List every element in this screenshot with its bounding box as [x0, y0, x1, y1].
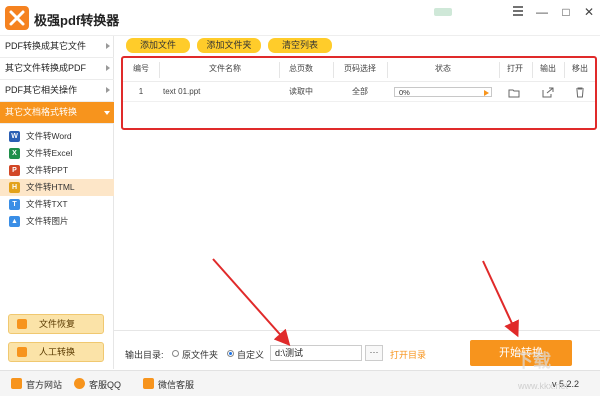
row-index: 1 — [138, 87, 144, 96]
sub-item-to-ppt[interactable]: P 文件转PPT — [0, 162, 114, 179]
txt-icon: T — [9, 199, 20, 210]
ppt-icon: P — [9, 165, 20, 176]
chevron-right-icon — [106, 43, 110, 49]
sidebar-category-pdf-to-other[interactable]: PDF转换成其它文件 — [0, 36, 114, 58]
column-divider — [387, 62, 388, 78]
excel-icon: X — [9, 148, 20, 159]
watermark-url: www.kkx.net — [518, 381, 569, 391]
app-title: 极强pdf转换器 — [34, 13, 120, 28]
official-site-label: 官方网站 — [26, 380, 63, 390]
restore-icon — [17, 319, 27, 329]
maximize-button[interactable]: □ — [557, 5, 575, 19]
chevron-right-icon — [106, 87, 110, 93]
sub-item-label: 文件转Excel — [26, 148, 73, 158]
support-wechat-link[interactable]: 微信客服 — [143, 378, 194, 391]
manual-convert-label: 人工转换 — [39, 347, 76, 357]
sidebar: PDF转换成其它文件 其它文件转换成PDF PDF其它相关操作 其它文档格式转换… — [0, 36, 114, 369]
image-icon: ▲ — [9, 216, 20, 227]
col-header-pages: 总页数 — [289, 64, 313, 73]
row-progress-bar: 0% — [394, 87, 492, 97]
col-header-remove: 移出 — [572, 64, 588, 73]
file-table: 编号 文件名称 总页数 页码选择 状态 打开 输出 移出 1 text 01.p… — [121, 56, 597, 130]
chevron-right-icon — [106, 65, 110, 71]
wechat-icon — [143, 378, 154, 389]
menu-icon[interactable] — [509, 5, 527, 19]
radio-custom-folder[interactable] — [227, 350, 234, 357]
word-icon: W — [9, 131, 20, 142]
file-restore-label: 文件恢复 — [39, 319, 76, 329]
app-logo-icon — [5, 6, 29, 30]
browse-button[interactable]: ··· — [365, 345, 383, 361]
row-filename: text 01.ppt — [163, 87, 201, 96]
open-dir-link[interactable]: 打开目录 — [390, 348, 426, 361]
col-header-page-select: 页码选择 — [344, 64, 376, 73]
sub-item-to-image[interactable]: ▲ 文件转图片 — [0, 213, 114, 230]
radio-original-label: 原文件夹 — [182, 350, 219, 360]
progress-text: 0% — [399, 88, 410, 97]
export-icon[interactable] — [541, 86, 555, 98]
support-wechat-label: 微信客服 — [158, 380, 195, 390]
column-divider — [532, 62, 533, 78]
col-header-open: 打开 — [507, 64, 523, 73]
radio-original-folder[interactable] — [172, 350, 179, 357]
column-divider — [564, 62, 565, 78]
sidebar-category-label: 其它文档格式转换 — [5, 107, 78, 117]
clear-list-button[interactable]: 清空列表 — [268, 38, 332, 53]
watermark: 下载 — [515, 351, 551, 371]
official-site-link[interactable]: 官方网站 — [11, 378, 62, 391]
qq-icon — [74, 378, 85, 389]
row-pages: 读取中 — [289, 87, 313, 96]
table-header: 编号 文件名称 总页数 页码选择 状态 打开 输出 移出 — [123, 58, 595, 82]
sub-item-to-html[interactable]: H 文件转HTML — [0, 179, 114, 196]
col-header-status: 状态 — [435, 64, 451, 73]
col-header-index: 编号 — [133, 64, 149, 73]
sidebar-category-pdf-other-ops[interactable]: PDF其它相关操作 — [0, 80, 114, 102]
output-path-input[interactable]: d:\测试 — [270, 345, 362, 361]
support-qq-label: 客服QQ — [89, 380, 122, 390]
title-bar: 极强pdf转换器 — □ ✕ — [0, 0, 600, 36]
file-restore-button[interactable]: 文件恢复 — [8, 314, 104, 334]
sidebar-category-label: 其它文件转换成PDF — [5, 63, 87, 73]
sub-item-to-word[interactable]: W 文件转Word — [0, 128, 114, 145]
home-icon — [11, 378, 22, 389]
radio-custom-label: 自定义 — [237, 350, 265, 360]
table-row[interactable]: 1 text 01.ppt 读取中 全部 0% — [123, 82, 595, 102]
add-file-button[interactable]: 添加文件 — [126, 38, 190, 53]
sub-item-to-txt[interactable]: T 文件转TXT — [0, 196, 114, 213]
sidebar-category-other-to-pdf[interactable]: 其它文件转换成PDF — [0, 58, 114, 80]
column-divider — [159, 62, 160, 78]
arrow-to-output-path — [212, 258, 291, 346]
sub-item-label: 文件转Word — [26, 131, 72, 141]
sidebar-category-label: PDF其它相关操作 — [5, 85, 78, 95]
sidebar-category-label: PDF转换成其它文件 — [5, 41, 87, 51]
status-bar: 官方网站 客服QQ 微信客服 v 5.2.2 — [0, 370, 600, 396]
row-page-select[interactable]: 全部 — [333, 82, 387, 101]
support-qq-link[interactable]: 客服QQ — [74, 378, 121, 391]
col-header-filename: 文件名称 — [209, 64, 241, 73]
minimize-button[interactable]: — — [533, 5, 551, 19]
chevron-down-icon — [104, 111, 110, 115]
output-dir-label: 输出目录: — [125, 350, 164, 360]
sub-item-label: 文件转HTML — [26, 182, 75, 192]
skin-icon[interactable] — [431, 5, 455, 19]
sub-item-label: 文件转图片 — [26, 216, 69, 226]
column-divider — [499, 62, 500, 78]
manual-convert-icon — [17, 347, 27, 357]
sub-item-label: 文件转TXT — [26, 199, 68, 209]
manual-convert-button[interactable]: 人工转换 — [8, 342, 104, 362]
close-button[interactable]: ✕ — [580, 5, 598, 19]
folder-open-icon[interactable] — [507, 86, 521, 98]
sub-item-to-excel[interactable]: X 文件转Excel — [0, 145, 114, 162]
play-icon — [484, 90, 489, 96]
html-icon: H — [9, 182, 20, 193]
arrow-to-start-button — [482, 260, 519, 338]
col-header-output: 输出 — [540, 64, 556, 73]
trash-icon[interactable] — [573, 86, 587, 98]
add-folder-button[interactable]: 添加文件夹 — [197, 38, 261, 53]
sub-item-label: 文件转PPT — [26, 165, 69, 175]
sidebar-category-other-formats[interactable]: 其它文档格式转换 — [0, 102, 114, 124]
